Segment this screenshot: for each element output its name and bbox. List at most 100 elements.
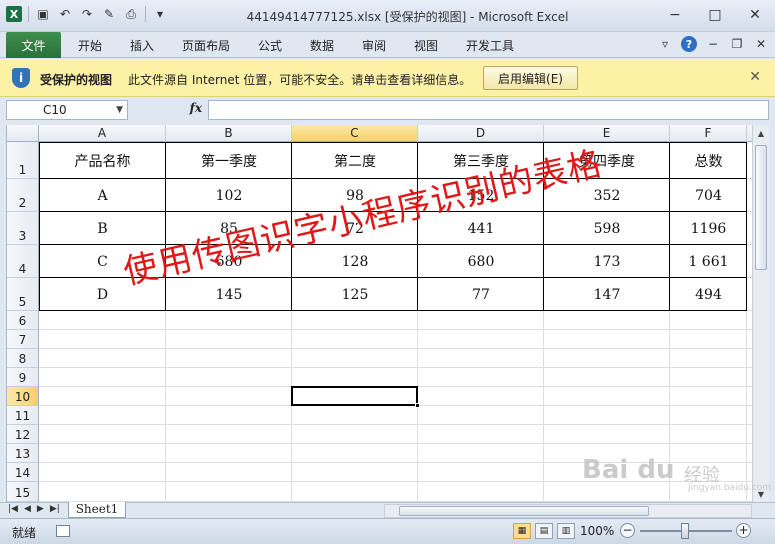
shield-icon: i: [12, 68, 30, 88]
table-cell[interactable]: 102: [166, 179, 292, 212]
close-window-button[interactable]: ✕: [735, 0, 775, 30]
next-sheet-icon[interactable]: ▶: [37, 504, 44, 514]
zoom-in-icon[interactable]: +: [736, 523, 751, 538]
horizontal-scrollbar[interactable]: [384, 504, 752, 518]
horizontal-scroll-thumb[interactable]: [399, 506, 649, 516]
gridline: [39, 348, 752, 349]
workbook-close-icon[interactable]: ✕: [753, 36, 769, 52]
enable-editing-button[interactable]: 启用编辑(E): [483, 66, 578, 90]
table-header-cell[interactable]: 第一季度: [166, 142, 292, 179]
row-header-4[interactable]: 4: [7, 245, 39, 278]
table-cell[interactable]: 173: [544, 245, 670, 278]
protected-view-message[interactable]: 此文件源自 Internet 位置，可能不安全。请单击查看详细信息。: [128, 71, 471, 88]
table-cell[interactable]: 125: [292, 278, 418, 311]
select-all-corner[interactable]: [7, 125, 39, 142]
row-header-13[interactable]: 13: [7, 444, 39, 463]
active-cell[interactable]: [291, 386, 420, 408]
gridline: [39, 443, 752, 444]
vertical-scroll-thumb[interactable]: [755, 145, 767, 270]
table-cell[interactable]: 1 661: [670, 245, 747, 278]
row-header-5[interactable]: 5: [7, 278, 39, 311]
zoom-out-icon[interactable]: −: [620, 523, 635, 538]
column-header-d[interactable]: D: [418, 125, 544, 142]
table-cell[interactable]: A: [39, 179, 166, 212]
protected-view-bar: i 受保护的视图 此文件源自 Internet 位置，可能不安全。请单击查看详细…: [0, 59, 775, 97]
tab-page-layout[interactable]: 页面布局: [182, 36, 230, 56]
tab-data[interactable]: 数据: [310, 36, 334, 56]
column-header-b[interactable]: B: [166, 125, 292, 142]
row-header-8[interactable]: 8: [7, 349, 39, 368]
formula-input[interactable]: [208, 100, 769, 120]
row-header-7[interactable]: 7: [7, 330, 39, 349]
gridline: [39, 424, 752, 425]
status-ready: 就绪: [12, 526, 37, 540]
chevron-down-icon[interactable]: ▼: [116, 101, 123, 119]
tab-file[interactable]: 文件: [6, 32, 61, 58]
tab-review[interactable]: 审阅: [362, 36, 386, 56]
baidu-brand: Bai du: [582, 455, 675, 485]
zoom-level[interactable]: 100%: [580, 524, 614, 538]
sheet-tab-bar: |◀ ◀ ▶ ▶| Sheet1: [0, 502, 775, 518]
sheet-tab[interactable]: Sheet1: [68, 502, 126, 518]
table-header-cell[interactable]: 产品名称: [39, 142, 166, 179]
row-header-15[interactable]: 15: [7, 482, 39, 502]
minimize-button[interactable]: −: [655, 0, 695, 30]
table-cell[interactable]: 598: [544, 212, 670, 245]
protected-view-label: 受保护的视图: [40, 73, 113, 87]
row-header-2[interactable]: 2: [7, 179, 39, 212]
maximize-button[interactable]: □: [695, 0, 735, 30]
macro-record-icon[interactable]: [56, 525, 70, 537]
table-cell[interactable]: 145: [166, 278, 292, 311]
worksheet-grid[interactable]: A B C D E F 1 2 3 4 5 6 7 8 9 10 11 12 13 14 15 产品名称 第一季度 第二度 第三…: [6, 125, 752, 502]
fill-handle[interactable]: [415, 403, 420, 408]
row-header-1[interactable]: 1: [7, 142, 39, 179]
tab-view[interactable]: 视图: [414, 36, 438, 56]
column-header-c[interactable]: C: [292, 125, 418, 142]
name-box-value: C10: [43, 103, 67, 117]
normal-view-icon[interactable]: ▦: [513, 523, 531, 539]
table-header-cell[interactable]: 第二度: [292, 142, 418, 179]
title-bar: X ▣ ↶ ↷ ✎ ⎙ ▾ 44149414777125.xlsx [受保护的视…: [0, 0, 775, 32]
workbook-minimize-icon[interactable]: −: [705, 36, 721, 52]
ribbon-tabs: 文件 开始 插入 页面布局 公式 数据 审阅 视图 开发工具 ▿ ? − ❐ ✕: [0, 32, 775, 58]
help-icon[interactable]: ?: [681, 36, 697, 52]
row-header-6[interactable]: 6: [7, 311, 39, 330]
row-header-10[interactable]: 10: [7, 387, 39, 406]
first-sheet-icon[interactable]: |◀: [8, 504, 18, 514]
minimize-ribbon-icon[interactable]: ▿: [657, 36, 673, 52]
table-cell[interactable]: 77: [418, 278, 544, 311]
tab-formulas[interactable]: 公式: [258, 36, 282, 56]
page-layout-view-icon[interactable]: ▤: [535, 523, 553, 539]
row-header-3[interactable]: 3: [7, 212, 39, 245]
table-cell[interactable]: 1196: [670, 212, 747, 245]
column-header-f[interactable]: F: [670, 125, 747, 142]
row-header-9[interactable]: 9: [7, 368, 39, 387]
row-header-14[interactable]: 14: [7, 463, 39, 482]
workbook-restore-icon[interactable]: ❐: [729, 36, 745, 52]
close-message-bar-icon[interactable]: ✕: [749, 69, 761, 85]
prev-sheet-icon[interactable]: ◀: [24, 504, 31, 514]
table-header-cell[interactable]: 总数: [670, 142, 747, 179]
scroll-up-icon[interactable]: ▲: [753, 125, 769, 141]
zoom-slider-knob[interactable]: [681, 523, 689, 539]
row-header-12[interactable]: 12: [7, 425, 39, 444]
page-break-view-icon[interactable]: ▥: [557, 523, 575, 539]
tab-home[interactable]: 开始: [78, 36, 102, 56]
table-cell[interactable]: 680: [418, 245, 544, 278]
tab-insert[interactable]: 插入: [130, 36, 154, 56]
last-sheet-icon[interactable]: ▶|: [50, 504, 60, 514]
baidu-watermark: Bai du 经验 jingyan.baidu.com: [582, 455, 771, 493]
insert-function-icon[interactable]: fx: [190, 101, 202, 115]
table-cell[interactable]: 704: [670, 179, 747, 212]
table-cell[interactable]: 147: [544, 278, 670, 311]
row-header-11[interactable]: 11: [7, 406, 39, 425]
name-box[interactable]: C10 ▼: [6, 100, 128, 120]
vertical-scrollbar[interactable]: ▲ ▼: [752, 125, 769, 502]
status-bar: 就绪 ▦ ▤ ▥ 100% − +: [0, 518, 775, 544]
baidu-url: jingyan.baidu.com: [688, 483, 772, 493]
column-header-e[interactable]: E: [544, 125, 670, 142]
tab-developer[interactable]: 开发工具: [466, 36, 514, 56]
gridline: [39, 329, 752, 330]
column-header-a[interactable]: A: [39, 125, 166, 142]
table-cell[interactable]: 494: [670, 278, 747, 311]
